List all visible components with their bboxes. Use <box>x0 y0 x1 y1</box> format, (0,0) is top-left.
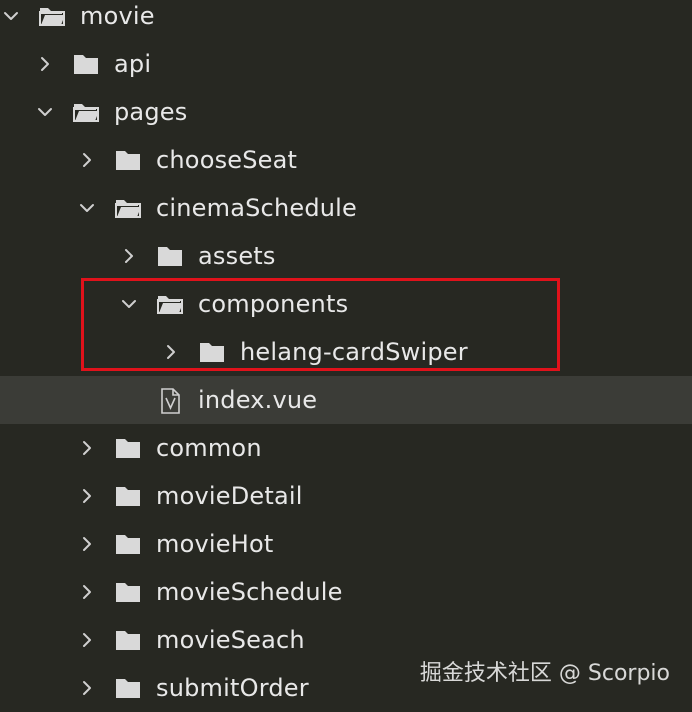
file-explorer-tree: movie api pages chooseSeat cinemaSchedule ass… <box>0 0 692 708</box>
chevron-right-icon[interactable] <box>76 677 98 699</box>
chevron-down-icon[interactable] <box>34 101 56 123</box>
chevron-right-icon[interactable] <box>76 437 98 459</box>
folder-open-icon <box>156 292 184 316</box>
folder-icon <box>114 484 142 508</box>
chevron-right-icon[interactable] <box>160 341 182 363</box>
folder-icon <box>114 628 142 652</box>
tree-item-label: components <box>198 290 349 318</box>
folder-icon <box>114 676 142 700</box>
tree-item-label: movieSeach <box>156 626 305 654</box>
tree-item-label: common <box>156 434 262 462</box>
tree-item-label: movie <box>80 2 155 30</box>
tree-item-label: helang-cardSwiper <box>240 338 468 366</box>
folder-icon <box>198 340 226 364</box>
tree-row[interactable]: movieDetail <box>0 472 692 520</box>
folder-icon <box>72 52 100 76</box>
tree-item-label: pages <box>114 98 188 126</box>
chevron-right-icon[interactable] <box>76 533 98 555</box>
tree-row[interactable]: cinemaSchedule <box>0 184 692 232</box>
folder-open-icon <box>72 100 100 124</box>
tree-row[interactable]: chooseSeat <box>0 136 692 184</box>
folder-icon <box>156 244 184 268</box>
chevron-right-icon[interactable] <box>76 629 98 651</box>
tree-row[interactable]: components <box>0 280 692 328</box>
chevron-right-icon[interactable] <box>34 53 56 75</box>
chevron-right-icon[interactable] <box>76 581 98 603</box>
tree-row[interactable]: pages <box>0 88 692 136</box>
folder-icon <box>114 532 142 556</box>
tree-item-label: movieSchedule <box>156 578 343 606</box>
tree-row[interactable]: movieHot <box>0 520 692 568</box>
chevron-down-icon[interactable] <box>118 293 140 315</box>
tree-row[interactable]: movieSchedule <box>0 568 692 616</box>
folder-open-icon <box>114 196 142 220</box>
folder-icon <box>114 436 142 460</box>
chevron-right-icon[interactable] <box>76 485 98 507</box>
chevron-down-icon[interactable] <box>0 5 22 27</box>
vue-file-icon <box>156 388 184 414</box>
tree-row[interactable]: api <box>0 40 692 88</box>
chevron-down-icon[interactable] <box>76 197 98 219</box>
tree-row[interactable]: movie <box>0 0 692 40</box>
watermark: 掘金技术社区 @ Scorpio <box>419 661 670 686</box>
tree-item-label: movieDetail <box>156 482 303 510</box>
tree-item-label: submitOrder <box>156 674 309 702</box>
tree-item-label: api <box>114 50 152 78</box>
tree-row[interactable]: helang-cardSwiper <box>0 328 692 376</box>
tree-item-label: index.vue <box>198 386 318 414</box>
tree-row[interactable]: assets <box>0 232 692 280</box>
folder-open-icon <box>38 4 66 28</box>
tree-row[interactable]: common <box>0 424 692 472</box>
tree-item-label: assets <box>198 242 276 270</box>
chevron-right-icon[interactable] <box>118 245 140 267</box>
chevron-right-icon[interactable] <box>76 149 98 171</box>
tree-item-label: chooseSeat <box>156 146 298 174</box>
tree-item-label: movieHot <box>156 530 274 558</box>
folder-icon <box>114 580 142 604</box>
tree-item-label: cinemaSchedule <box>156 194 358 222</box>
tree-row[interactable]: index.vue <box>0 376 692 424</box>
folder-icon <box>114 148 142 172</box>
